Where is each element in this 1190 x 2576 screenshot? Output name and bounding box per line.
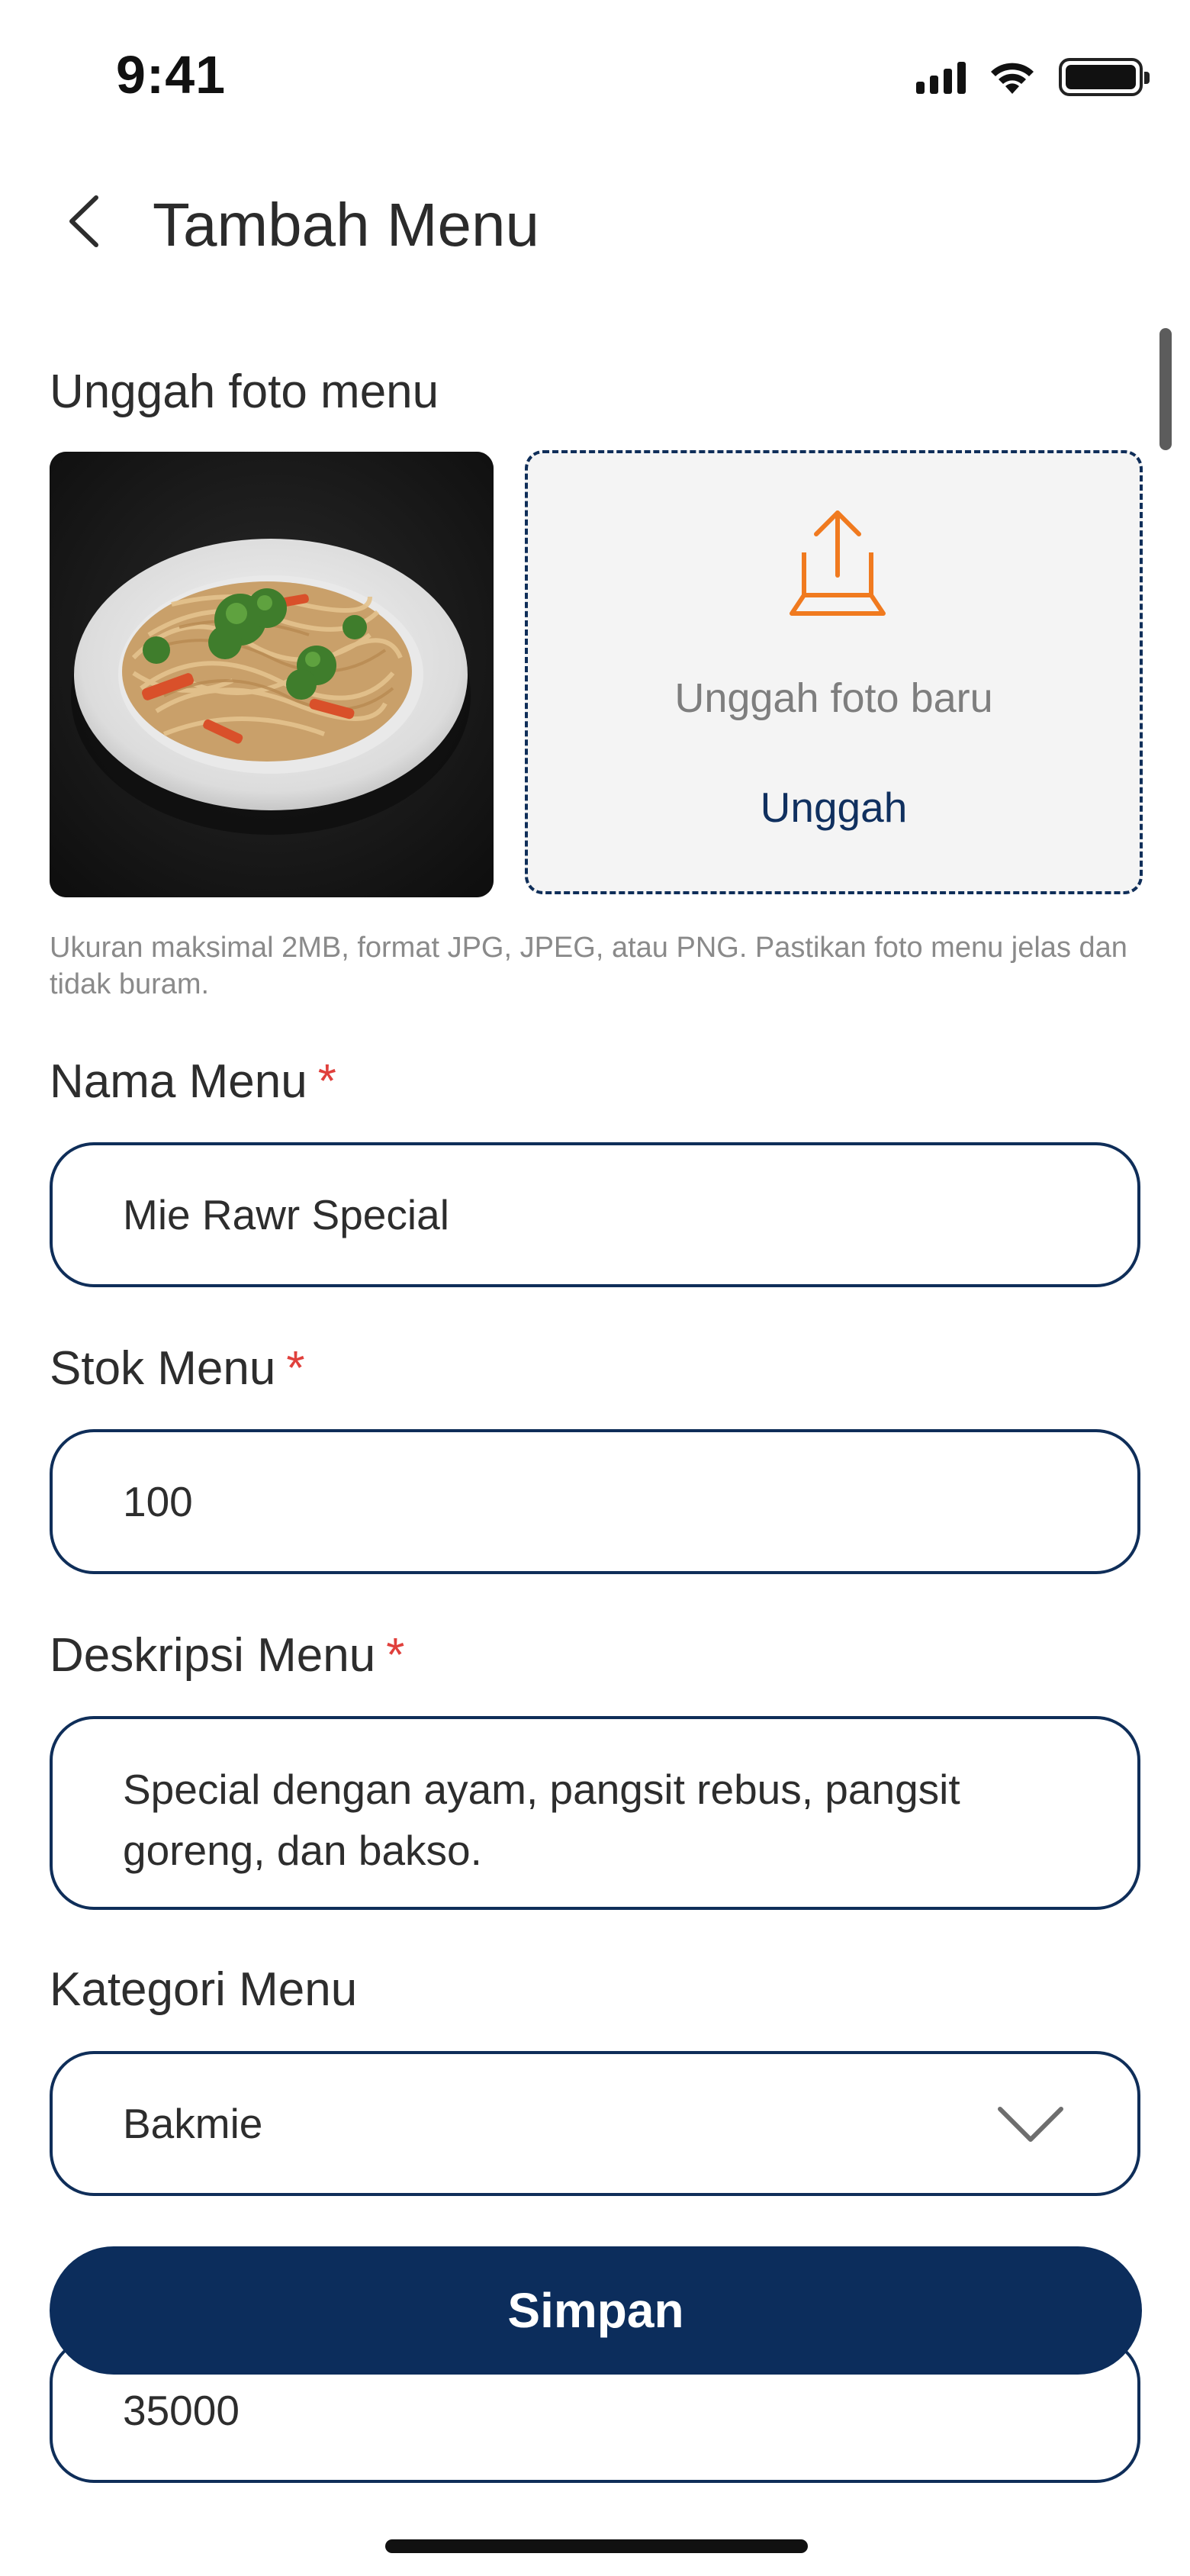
deskripsi-menu-textarea[interactable]: Special dengan ayam, pangsit rebus, pang…: [50, 1716, 1140, 1910]
battery-icon: [1059, 58, 1150, 96]
deskripsi-menu-label: Deskripsi Menu *: [50, 1628, 404, 1682]
save-button[interactable]: Simpan: [50, 2246, 1142, 2375]
status-icons: [916, 58, 1150, 96]
status-time: 9:41: [116, 45, 227, 105]
nama-menu-label-text: Nama Menu: [50, 1055, 307, 1108]
stok-menu-input[interactable]: 100: [50, 1429, 1140, 1574]
deskripsi-menu-value: Special dengan ayam, pangsit rebus, pang…: [123, 1766, 960, 1874]
required-marker: *: [386, 1629, 405, 1682]
page-title: Tambah Menu: [153, 191, 539, 259]
home-indicator: [385, 2539, 808, 2553]
wifi-icon: [991, 63, 1034, 94]
kategori-menu-value: Bakmie: [123, 2100, 263, 2147]
header: Tambah Menu: [0, 172, 1190, 271]
upload-box-text: Unggah foto baru: [674, 675, 993, 721]
nama-menu-value: Mie Rawr Special: [123, 1191, 449, 1238]
upload-hint: Ukuran maksimal 2MB, format JPG, JPEG, a…: [50, 932, 1127, 1000]
nama-menu-label: Nama Menu *: [50, 1055, 336, 1109]
stok-menu-value: 100: [123, 1478, 193, 1525]
scrollbar[interactable]: [1159, 328, 1172, 450]
deskripsi-menu-label-text: Deskripsi Menu: [50, 1629, 376, 1682]
photo-section-label: Unggah foto menu: [50, 365, 439, 418]
nama-menu-input[interactable]: Mie Rawr Special: [50, 1142, 1140, 1287]
required-marker: *: [317, 1055, 336, 1108]
status-bar: 9:41: [0, 0, 1190, 145]
upload-photo-dropzone[interactable]: Unggah foto baru Unggah: [525, 450, 1143, 894]
upload-button[interactable]: Unggah: [528, 783, 1140, 832]
upload-icon: [790, 510, 886, 616]
stok-menu-label-text: Stok Menu: [50, 1342, 276, 1395]
chevron-left-icon[interactable]: [52, 187, 121, 256]
kategori-menu-select[interactable]: Bakmie: [50, 2051, 1140, 2196]
kategori-menu-label: Kategori Menu: [50, 1963, 358, 2016]
chevron-down-icon: [998, 2107, 1063, 2142]
menu-photo: [50, 452, 494, 897]
harga-menu-value: 35000: [123, 2387, 240, 2434]
required-marker: *: [286, 1342, 305, 1395]
noodle-dish-image: [50, 452, 494, 897]
cellular-signal-icon: [916, 60, 966, 94]
stok-menu-label: Stok Menu *: [50, 1341, 305, 1396]
